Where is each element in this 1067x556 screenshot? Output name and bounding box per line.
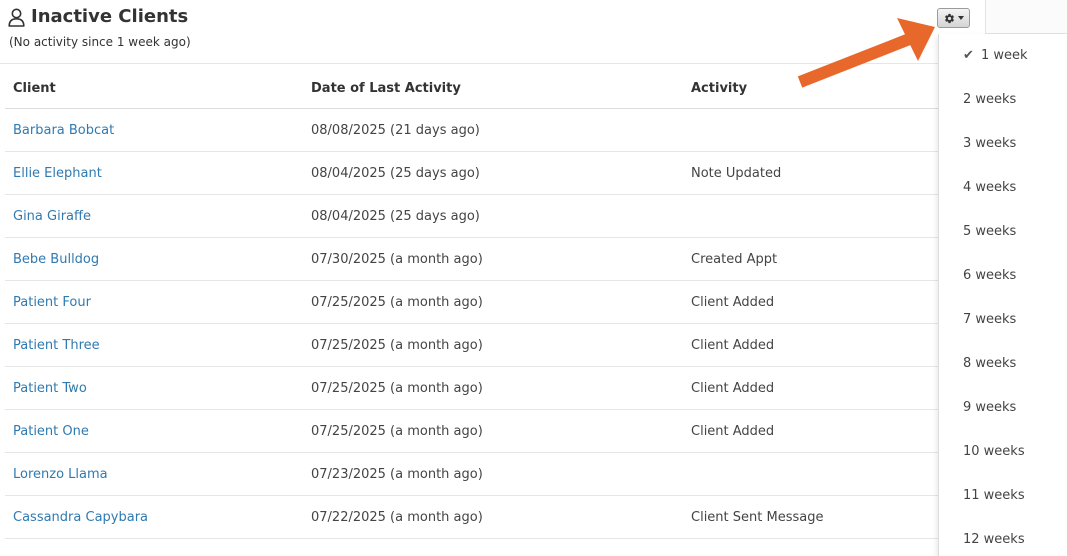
date-cell: 07/30/2025 (a month ago): [303, 237, 683, 281]
menu-item-label: 3 weeks: [963, 136, 1017, 151]
client-cell: Bebe Bulldog: [5, 237, 303, 281]
menu-item-2-weeks[interactable]: 2 weeks: [963, 92, 1016, 107]
column-header-activity[interactable]: Activity: [683, 68, 938, 109]
activity-cell: Client Added: [683, 409, 938, 453]
client-cell: Barbara Bobcat: [5, 108, 303, 152]
menu-item-6-weeks[interactable]: 6 weeks: [963, 268, 1016, 283]
client-cell: Patient Four: [5, 280, 303, 324]
menu-item-label: 4 weeks: [963, 180, 1017, 195]
menu-item-label: 2 weeks: [963, 92, 1017, 107]
page-title: Inactive Clients: [31, 6, 189, 27]
client-cell: Lorenzo Llama: [5, 452, 303, 496]
activity-cell: [683, 194, 938, 238]
header-divider: [0, 63, 938, 64]
column-header-date[interactable]: Date of Last Activity: [303, 68, 683, 109]
menu-item-5-weeks[interactable]: 5 weeks: [963, 224, 1016, 239]
page-subtitle: (No activity since 1 week ago): [9, 35, 191, 49]
client-link[interactable]: Ellie Elephant: [13, 166, 102, 181]
menu-item-1-week[interactable]: ✔ 1 week: [963, 48, 1028, 63]
table-row: Bebe Bulldog 07/30/2025 (a month ago) Cr…: [5, 237, 938, 281]
table-row: Patient Three 07/25/2025 (a month ago) C…: [5, 323, 938, 367]
menu-item-label: 7 weeks: [963, 312, 1017, 327]
table-row: Patient Two 07/25/2025 (a month ago) Cli…: [5, 366, 938, 410]
menu-item-4-weeks[interactable]: 4 weeks: [963, 180, 1016, 195]
date-cell: 07/25/2025 (a month ago): [303, 280, 683, 324]
client-link[interactable]: Lorenzo Llama: [13, 467, 108, 482]
inactive-clients-table: Client Date of Last Activity Activity Ba…: [5, 68, 938, 539]
menu-item-label: 1 week: [981, 48, 1028, 63]
client-link[interactable]: Barbara Bobcat: [13, 123, 114, 138]
client-cell: Gina Giraffe: [5, 194, 303, 238]
date-cell: 08/08/2025 (21 days ago): [303, 108, 683, 152]
activity-cell: Created Appt: [683, 237, 938, 281]
activity-cell: Note Updated: [683, 151, 938, 195]
client-cell: Cassandra Capybara: [5, 495, 303, 539]
menu-item-10-weeks[interactable]: 10 weeks: [963, 444, 1025, 459]
column-header-client[interactable]: Client: [5, 68, 303, 109]
page-header: Inactive Clients (No activity since 1 we…: [8, 6, 191, 49]
client-cell: Patient One: [5, 409, 303, 453]
table-row: Patient Four 07/25/2025 (a month ago) Cl…: [5, 280, 938, 324]
title-row: Inactive Clients: [8, 6, 191, 27]
menu-item-12-weeks[interactable]: 12 weeks: [963, 532, 1025, 547]
client-link[interactable]: Bebe Bulldog: [13, 252, 99, 267]
gear-icon: [944, 13, 955, 24]
client-link[interactable]: Cassandra Capybara: [13, 510, 148, 525]
client-cell: Patient Three: [5, 323, 303, 367]
table-row: Gina Giraffe 08/04/2025 (25 days ago): [5, 194, 938, 238]
table-row: Barbara Bobcat 08/08/2025 (21 days ago): [5, 108, 938, 152]
menu-item-8-weeks[interactable]: 8 weeks: [963, 356, 1016, 371]
menu-item-label: 12 weeks: [963, 532, 1025, 547]
user-icon: [8, 8, 25, 27]
chevron-down-icon: [957, 16, 964, 20]
menu-item-label: 8 weeks: [963, 356, 1017, 371]
activity-cell: [683, 108, 938, 152]
date-cell: 07/22/2025 (a month ago): [303, 495, 683, 539]
settings-dropdown-button[interactable]: [937, 8, 970, 28]
date-cell: 07/23/2025 (a month ago): [303, 452, 683, 496]
checkmark-icon: ✔: [963, 48, 974, 63]
menu-item-label: 5 weeks: [963, 224, 1017, 239]
client-cell: Ellie Elephant: [5, 151, 303, 195]
date-cell: 08/04/2025 (25 days ago): [303, 194, 683, 238]
menu-item-3-weeks[interactable]: 3 weeks: [963, 136, 1016, 151]
date-cell: 07/25/2025 (a month ago): [303, 409, 683, 453]
client-link[interactable]: Patient Two: [13, 381, 87, 396]
menu-item-label: 6 weeks: [963, 268, 1017, 283]
client-link[interactable]: Patient Three: [13, 338, 100, 353]
date-cell: 07/25/2025 (a month ago): [303, 323, 683, 367]
activity-cell: Client Sent Message: [683, 495, 938, 539]
activity-cell: Client Added: [683, 366, 938, 410]
menu-item-label: 10 weeks: [963, 444, 1025, 459]
client-cell: Patient Two: [5, 366, 303, 410]
client-link[interactable]: Patient One: [13, 424, 89, 439]
adjacent-panel-header: [985, 0, 1067, 34]
client-link[interactable]: Patient Four: [13, 295, 91, 310]
table-row: Lorenzo Llama 07/23/2025 (a month ago): [5, 452, 938, 496]
inactivity-period-menu: ✔ 1 week 2 weeks 3 weeks 4 weeks 5 weeks…: [938, 34, 1067, 556]
activity-cell: Client Added: [683, 280, 938, 324]
activity-cell: [683, 452, 938, 496]
date-cell: 08/04/2025 (25 days ago): [303, 151, 683, 195]
table-header-row: Client Date of Last Activity Activity: [5, 68, 938, 109]
menu-item-label: 11 weeks: [963, 488, 1025, 503]
client-link[interactable]: Gina Giraffe: [13, 209, 91, 224]
menu-item-9-weeks[interactable]: 9 weeks: [963, 400, 1016, 415]
menu-item-label: 9 weeks: [963, 400, 1017, 415]
table-row: Patient One 07/25/2025 (a month ago) Cli…: [5, 409, 938, 453]
table-row: Cassandra Capybara 07/22/2025 (a month a…: [5, 495, 938, 539]
date-cell: 07/25/2025 (a month ago): [303, 366, 683, 410]
menu-item-7-weeks[interactable]: 7 weeks: [963, 312, 1016, 327]
activity-cell: Client Added: [683, 323, 938, 367]
menu-item-11-weeks[interactable]: 11 weeks: [963, 488, 1025, 503]
table-row: Ellie Elephant 08/04/2025 (25 days ago) …: [5, 151, 938, 195]
